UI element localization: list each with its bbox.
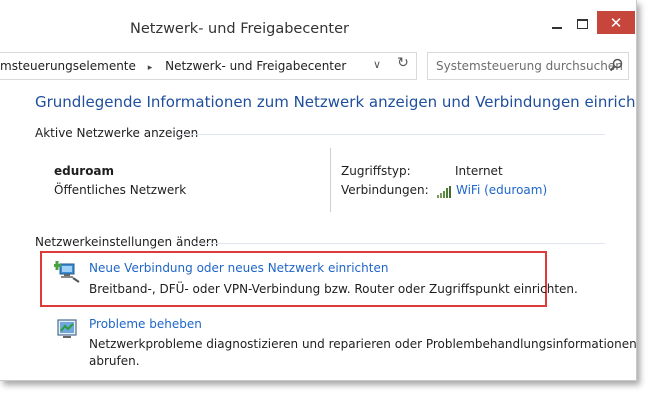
- breadcrumb-separator-icon[interactable]: ▸: [148, 63, 153, 73]
- main-content: Grundlegende Informationen zum Netzwerk …: [0, 84, 636, 380]
- maximize-icon: [576, 19, 588, 29]
- network-name: eduroam: [54, 164, 115, 178]
- search-input[interactable]: Systemsteuerung durchsuchen: [427, 52, 629, 80]
- connections-label: Verbindungen:: [341, 183, 429, 197]
- access-type-label: Zugriffstyp:: [341, 164, 411, 178]
- breadcrumb-item-network-center[interactable]: Netzwerk- und Freigabecenter: [165, 59, 346, 73]
- wifi-signal-icon: [437, 186, 451, 198]
- page-title: Grundlegende Informationen zum Netzwerk …: [35, 93, 637, 111]
- chevron-down-icon[interactable]: ∨: [373, 58, 381, 71]
- wifi-connection-link[interactable]: WiFi (eduroam): [456, 183, 547, 197]
- troubleshoot-link[interactable]: Probleme beheben: [89, 317, 202, 331]
- breadcrumb: msteuerungselemente ▸ Netzwerk- und Frei…: [0, 59, 346, 73]
- title-bar[interactable]: Netzwerk- und Freigabecenter ✕: [0, 0, 636, 42]
- close-button[interactable]: ✕: [597, 11, 635, 34]
- breadcrumb-item-control-panel-elements[interactable]: msteuerungselemente: [0, 59, 136, 73]
- refresh-icon[interactable]: ↻: [394, 55, 412, 75]
- search-placeholder: Systemsteuerung durchsuchen: [436, 59, 623, 73]
- control-panel-window: Netzwerk- und Freigabecenter ✕ msteuerun…: [0, 0, 637, 381]
- active-networks-label: Aktive Netzwerke anzeigen: [35, 126, 199, 140]
- change-settings-label: Netzwerkeinstellungen ändern: [35, 235, 219, 249]
- window-title: Netzwerk- und Freigabecenter: [130, 21, 349, 37]
- access-type-value: Internet: [455, 164, 503, 178]
- troubleshoot-description-line2: abrufen.: [89, 354, 140, 368]
- troubleshoot-description-line1: Netzwerkprobleme diagnostizieren und rep…: [89, 337, 637, 351]
- highlight-box: [40, 251, 547, 307]
- troubleshoot-icon: [57, 319, 77, 338]
- new-connection-link[interactable]: Neue Verbindung oder neues Netzwerk einr…: [89, 261, 388, 275]
- section-divider: [180, 134, 605, 135]
- maximize-button[interactable]: [570, 12, 594, 36]
- close-icon: ✕: [609, 13, 623, 32]
- search-icon[interactable]: [608, 57, 624, 73]
- network-type-link[interactable]: Öffentliches Netzwerk: [54, 183, 186, 197]
- section-divider: [196, 243, 605, 244]
- vertical-divider: [330, 148, 331, 212]
- minimize-icon: [552, 27, 562, 29]
- address-bar[interactable]: msteuerungselemente ▸ Netzwerk- und Frei…: [0, 52, 417, 80]
- minimize-button[interactable]: [545, 12, 569, 36]
- network-setup-icon: [54, 261, 80, 283]
- new-connection-description: Breitband-, DFÜ- oder VPN-Verbindung bzw…: [89, 282, 578, 296]
